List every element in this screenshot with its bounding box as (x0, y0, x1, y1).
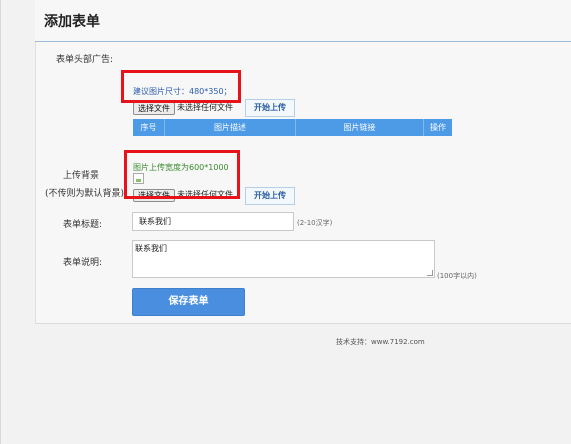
resize-grip-icon[interactable] (427, 270, 433, 276)
highlight-box-head-ad (121, 70, 241, 103)
page-title: 添加表单 (44, 14, 100, 30)
head-ad-label: 表单头部广告: (56, 55, 114, 65)
form-desc-label: 表单说明: (63, 258, 103, 268)
head-ad-file-status: 未选择任何文件 (177, 103, 233, 112)
head-ad-upload-button[interactable]: 开始上传 (245, 99, 295, 117)
form-desc-value: 联系我们 (135, 244, 167, 253)
bg-upload-sub-label: (不传则为默认背景) (45, 189, 125, 199)
form-title-input[interactable]: 联系我们 (132, 212, 294, 231)
ad-table-header: 序号 图片描述 图片链接 操作 (133, 119, 452, 136)
page-header: 添加表单 (35, 0, 571, 42)
save-form-button[interactable]: 保存表单 (132, 288, 245, 316)
form-title-note: (2-10汉字) (297, 219, 333, 227)
column-header-action: 操作 (430, 123, 446, 132)
form-title-label: 表单标题: (63, 220, 103, 230)
bg-upload-button[interactable]: 开始上传 (245, 187, 295, 205)
footer-support-text: 技术支持：www.7192.com (336, 338, 425, 346)
head-ad-choose-file-button[interactable]: 选择文件 (133, 102, 175, 115)
column-header-link: 图片链接 (296, 119, 424, 136)
column-header-index: 序号 (133, 119, 165, 136)
column-header-description: 图片描述 (165, 119, 296, 136)
bg-upload-label: 上传背景 (63, 171, 100, 181)
highlight-box-bg-upload (124, 150, 240, 199)
form-desc-note: (100字以内) (437, 272, 477, 280)
form-desc-textarea[interactable]: 联系我们 (132, 240, 435, 278)
